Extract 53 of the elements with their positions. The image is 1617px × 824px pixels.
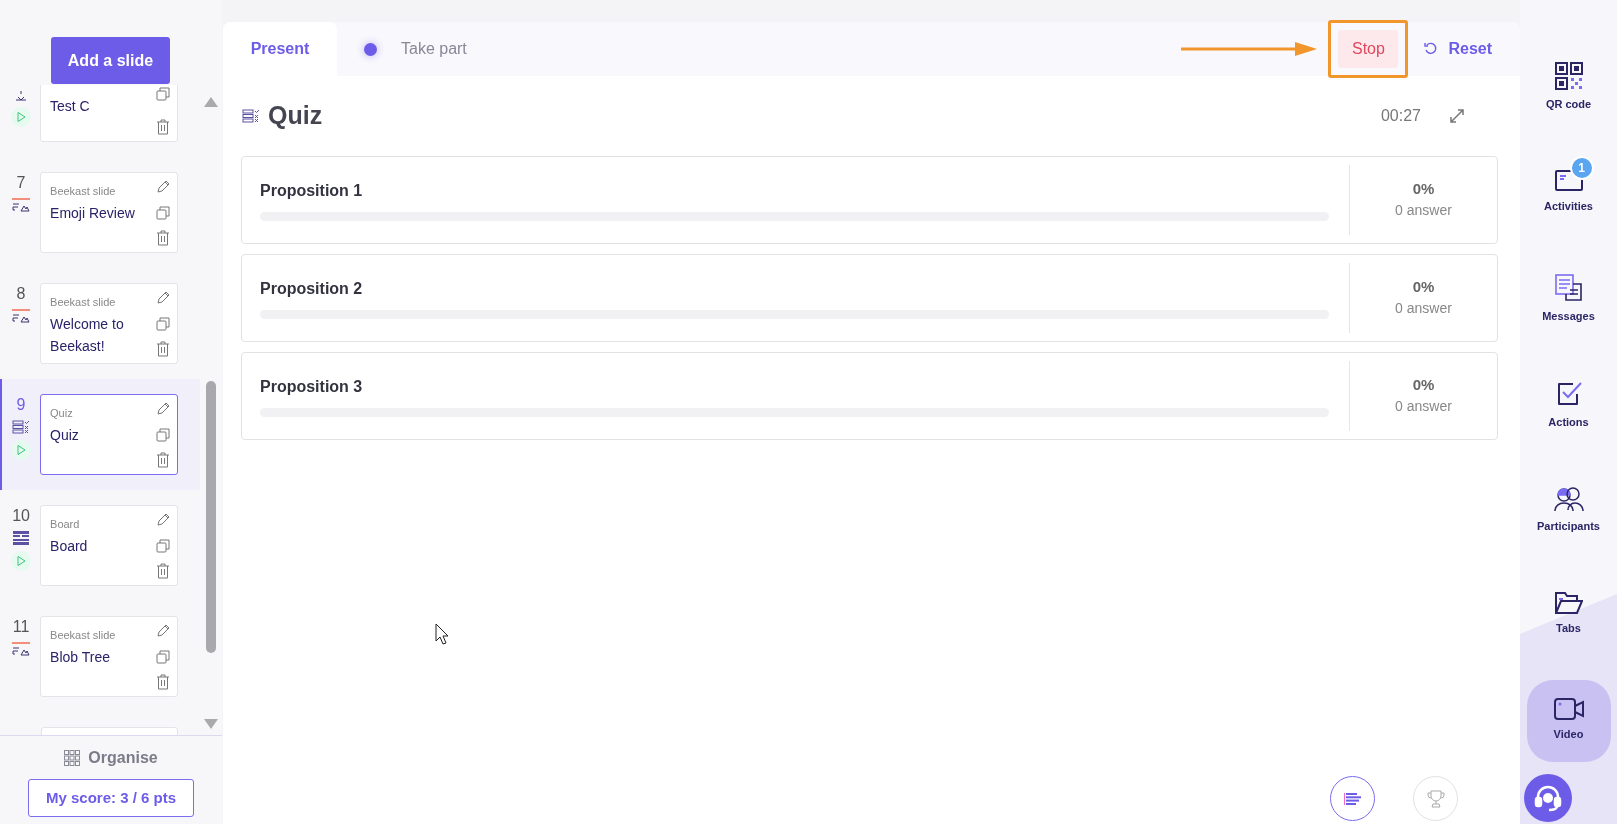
tool-button[interactable]: 1 Activities (1526, 150, 1611, 232)
answer-count: 0 answer (1395, 397, 1452, 417)
slide-type-label: Beekast slide (50, 295, 117, 309)
slide-title: Welcome to Beekast! (50, 315, 125, 356)
slide-row[interactable]: 10 Board Board (0, 490, 200, 601)
slide-title: Quiz (50, 426, 80, 445)
slide-number: 10 (12, 507, 30, 525)
tool-button[interactable]: Participants (1526, 468, 1611, 550)
slide-card[interactable]: Quiz Quiz (40, 394, 178, 475)
slide-type-label: Beekast slide (50, 628, 117, 642)
slide-card[interactable]: Test C (40, 85, 178, 142)
slide-title: Test C (50, 97, 91, 116)
slide-card[interactable]: Beekast slide Welcome to Beekast! (40, 283, 178, 364)
slide-card[interactable]: Beekast slide Blob Tree (40, 616, 178, 697)
answer-count: 0 answer (1395, 299, 1452, 319)
slide-row[interactable]: Test C (0, 85, 200, 157)
notification-badge: 1 (1569, 156, 1594, 180)
slide-type-label: Quiz (50, 406, 74, 420)
timer: 00:27 (1380, 105, 1421, 126)
slide-type-label: Board (50, 517, 81, 531)
slide-row[interactable]: 8 Beekast slide Welcome to Beekast! (0, 268, 200, 379)
slide-title: Emoji Review (50, 204, 136, 223)
slide-card[interactable]: Beekast slide Emoji Review (40, 172, 178, 253)
tool-button[interactable]: Actions (1526, 362, 1611, 444)
reset-button[interactable]: Reset (1424, 37, 1492, 61)
slide-title: Board (50, 537, 89, 556)
slide-card[interactable]: Board Board (40, 505, 178, 586)
tool-button[interactable]: Tabs (1526, 574, 1611, 656)
organise-button[interactable]: Organise (64, 746, 158, 770)
slide-row[interactable]: 9 Quiz Quiz (0, 379, 200, 490)
tool-button[interactable]: Video (1526, 680, 1611, 762)
slide-number: 8 (16, 285, 26, 303)
stop-button[interactable]: Stop (1338, 30, 1399, 68)
add-slide-button[interactable]: Add a slide (51, 37, 170, 84)
proposition-label: Proposition 1 (260, 180, 364, 201)
tab[interactable]: Present (223, 22, 337, 76)
answer-count: 0 answer (1395, 201, 1452, 221)
tool-button[interactable]: QR code (1526, 44, 1611, 126)
slide-row[interactable]: 7 Beekast slide Emoji Review (0, 157, 200, 268)
percent-value: 0% (1412, 374, 1435, 395)
tool-button[interactable]: Messages (1526, 256, 1611, 338)
slide-number: 9 (16, 396, 26, 414)
proposition-label: Proposition 2 (260, 278, 364, 299)
slide-title: Blob Tree (50, 648, 111, 667)
activity-title: Quiz (268, 100, 324, 131)
percent-value: 0% (1412, 276, 1435, 297)
slide-row[interactable]: 11 Beekast slide Blob Tree (0, 601, 200, 712)
percent-value: 0% (1412, 178, 1435, 199)
slide-number: 7 (16, 174, 26, 192)
score-button[interactable]: My score: 3 / 6 pts (28, 779, 194, 817)
slide-number: 11 (12, 618, 30, 636)
slide-type-label: Beekast slide (50, 184, 117, 198)
proposition-label: Proposition 3 (260, 376, 364, 397)
